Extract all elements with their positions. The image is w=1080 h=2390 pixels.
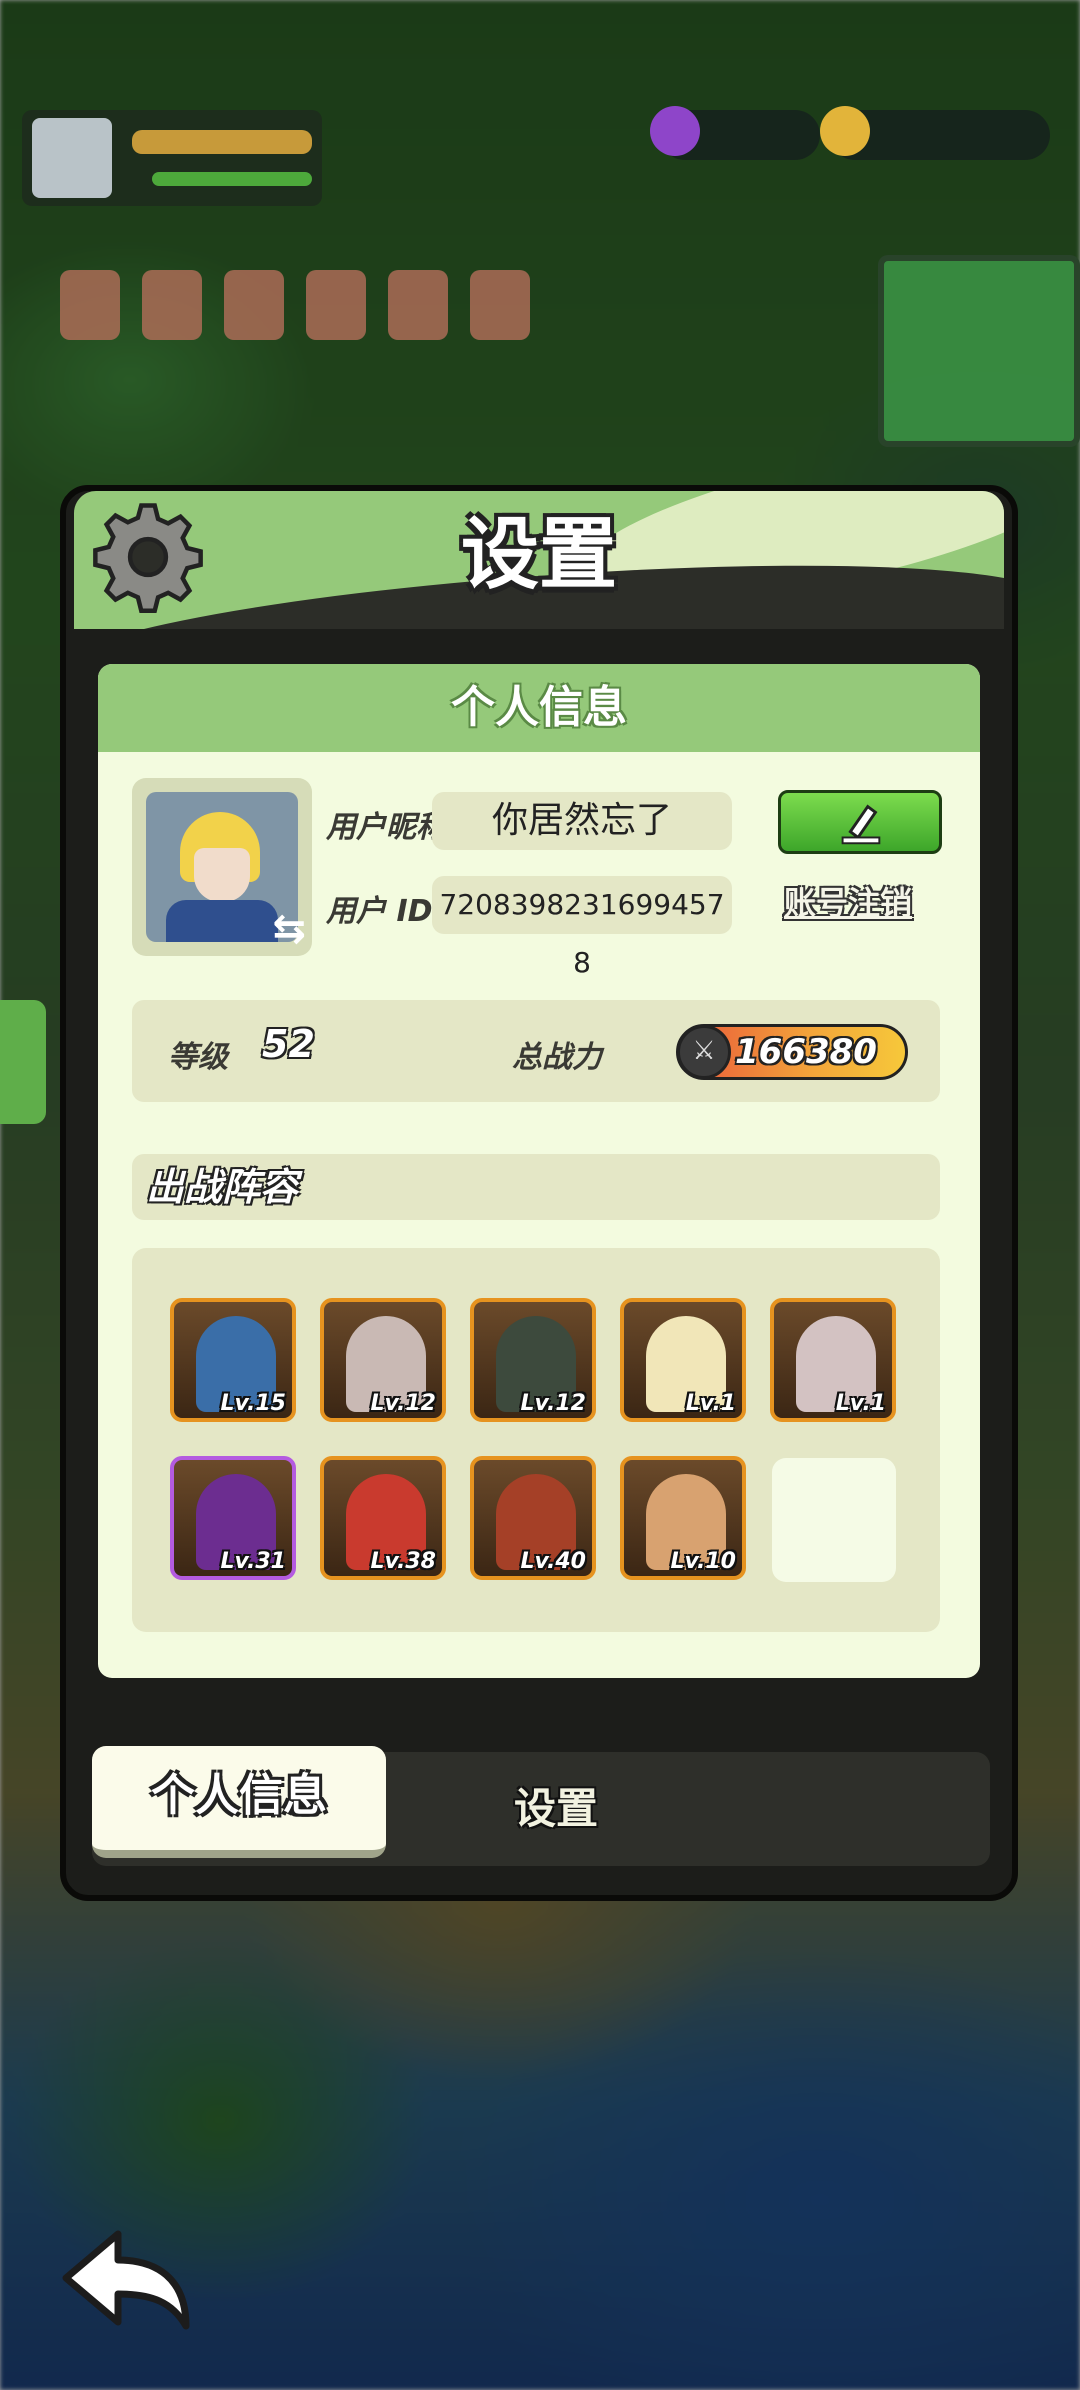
player-avatar <box>32 118 112 198</box>
player-name-bar <box>132 130 312 154</box>
hud-hero <box>470 270 530 340</box>
lineup-grid: Lv.15 Lv.12 Lv.12 Lv.1 Lv.1 Lv.31 Lv.38 <box>132 1248 940 1632</box>
hud-hero <box>142 270 202 340</box>
back-arrow-icon[interactable] <box>56 2226 196 2336</box>
hero-card[interactable]: Lv.10 <box>620 1456 746 1580</box>
nickname-value: 你居然忘了 <box>432 792 732 850</box>
level-label: 等级 <box>168 1040 228 1075</box>
personal-info-panel: 个人信息 ⇆ 用户昵称 你居然忘了 用户 ID 7208398231699457… <box>98 664 980 1678</box>
hud-hero <box>306 270 366 340</box>
hero-card[interactable]: Lv.12 <box>470 1298 596 1422</box>
edit-nickname-button[interactable] <box>778 790 942 854</box>
hud-hero <box>60 270 120 340</box>
user-id-value: 7208398231699457​8 <box>432 876 732 979</box>
hero-level: Lv.15 <box>220 1391 286 1416</box>
edit-icon <box>841 804 881 845</box>
side-tab <box>0 1000 46 1124</box>
gem-icon <box>650 106 700 156</box>
tab-personal-info[interactable]: 个人信息 <box>92 1746 386 1858</box>
dialog-header: 设置 <box>74 491 1004 629</box>
gear-icon <box>93 503 203 613</box>
panel-header: 个人信息 <box>98 664 980 752</box>
hero-card[interactable]: Lv.15 <box>170 1298 296 1422</box>
hero-card[interactable]: Lv.40 <box>470 1456 596 1580</box>
avatar[interactable]: ⇆ <box>132 778 312 956</box>
nickname-label: 用户昵称 <box>326 810 446 845</box>
hero-level: Lv.10 <box>670 1549 736 1574</box>
player-hud <box>22 110 322 206</box>
hero-card[interactable]: Lv.31 <box>170 1456 296 1580</box>
lineup-title: 出战阵容 <box>146 1165 299 1209</box>
tab-settings[interactable]: 设置 <box>386 1752 726 1866</box>
cancel-account-link[interactable]: 账号注销 <box>784 878 912 924</box>
hero-level: Lv.38 <box>370 1549 436 1574</box>
power-value: 166380 <box>735 1032 877 1072</box>
hud-hero <box>224 270 284 340</box>
tab-bar: 个人信息 设置 <box>92 1746 990 1866</box>
lineup-header: 出战阵容 <box>132 1154 940 1220</box>
level-value: 52 <box>262 1022 315 1066</box>
dialog-title: 设置 <box>460 510 617 600</box>
hero-card[interactable]: Lv.1 <box>620 1298 746 1422</box>
hero-card[interactable]: Lv.38 <box>320 1456 446 1580</box>
hero-level: Lv.1 <box>685 1391 736 1416</box>
power-badge: ⚔ 166380 <box>676 1024 908 1080</box>
swords-icon: ⚔ <box>677 1025 731 1079</box>
hero-level: Lv.31 <box>220 1549 286 1574</box>
hero-level: Lv.40 <box>520 1549 586 1574</box>
hero-card[interactable]: Lv.12 <box>320 1298 446 1422</box>
hud-hero <box>388 270 448 340</box>
coin-icon <box>820 106 870 156</box>
minimap <box>878 255 1080 447</box>
power-label: 总战力 <box>512 1040 602 1075</box>
stats-row: 等级 52 总战力 ⚔ 166380 <box>132 1000 940 1102</box>
resource-gems <box>650 106 820 160</box>
hero-level: Lv.12 <box>370 1391 436 1416</box>
hero-level: Lv.12 <box>520 1391 586 1416</box>
hero-card[interactable]: Lv.1 <box>770 1298 896 1422</box>
resource-coins <box>820 106 1050 160</box>
hud-hero-row <box>60 270 620 350</box>
empty-hero-slot[interactable] <box>772 1458 896 1582</box>
hero-level: Lv.1 <box>835 1391 886 1416</box>
swap-icon[interactable]: ⇆ <box>272 906 306 952</box>
player-exp-bar <box>152 172 312 186</box>
user-id-label: 用户 ID <box>326 894 433 929</box>
